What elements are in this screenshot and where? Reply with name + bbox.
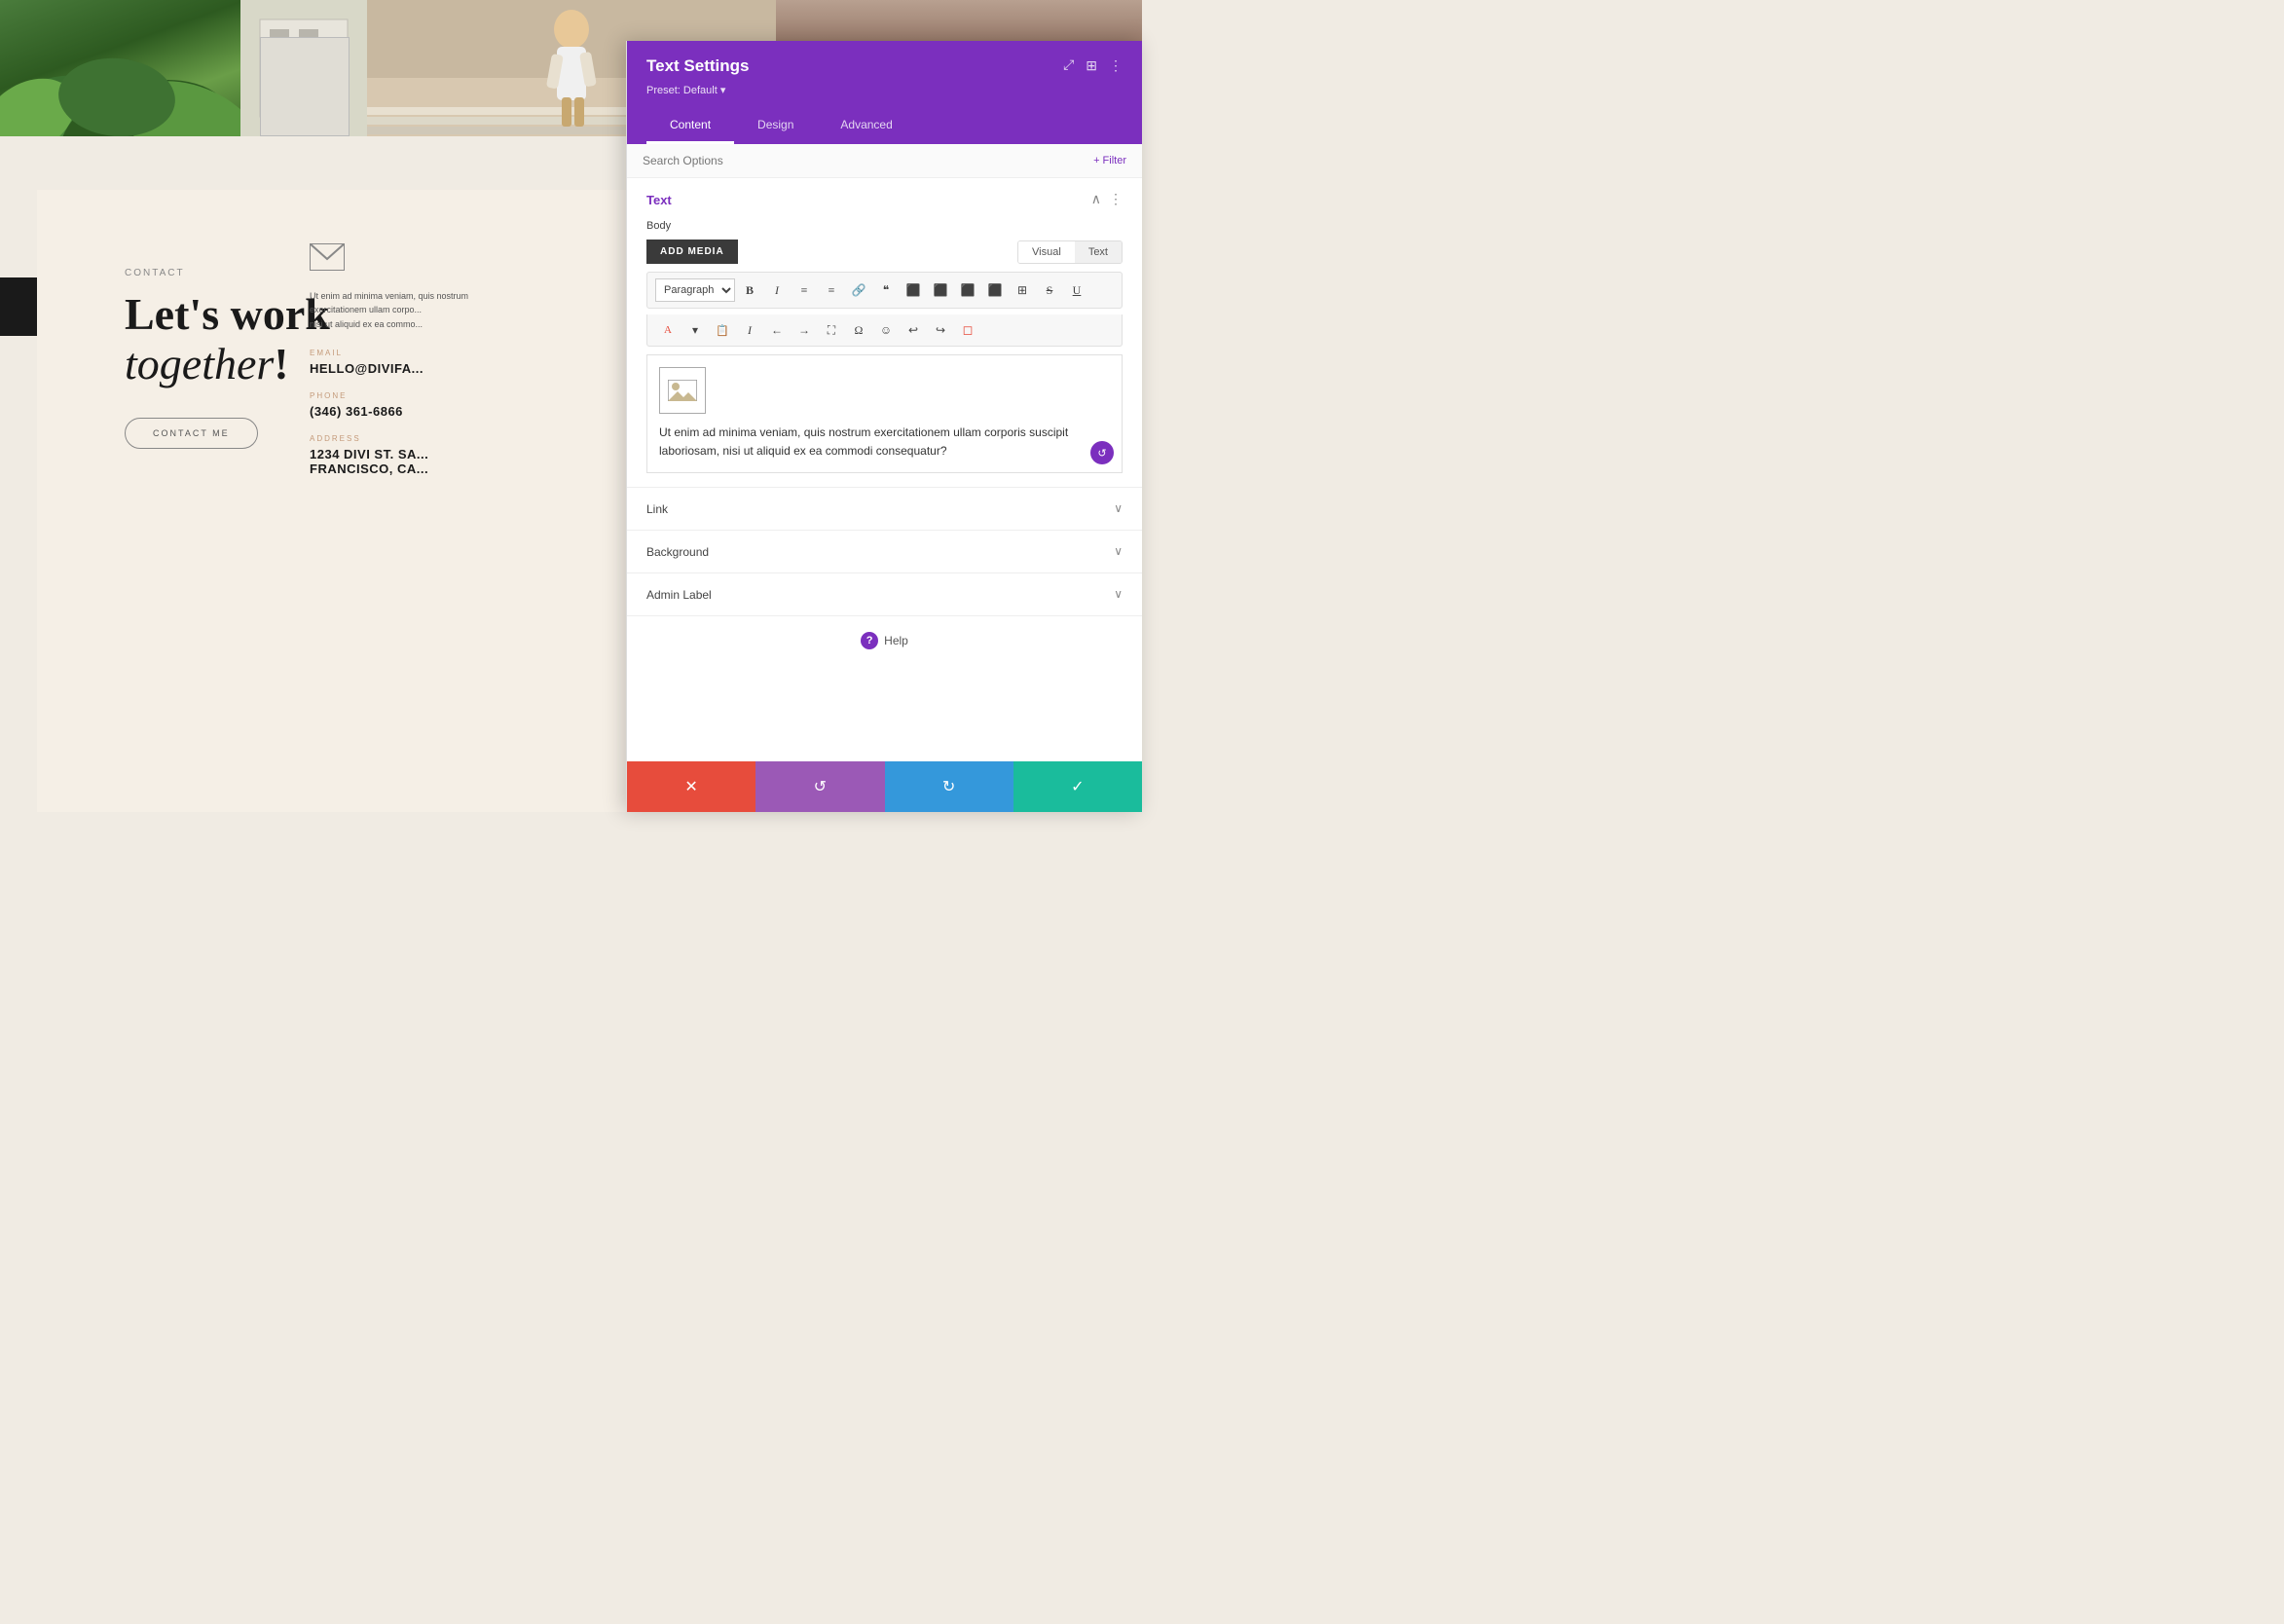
panel-header-top: Text Settings ⤢ ⊞ ⋮ [646,56,1123,76]
format-button[interactable]: ◻ [955,318,980,342]
unordered-list-button[interactable]: ≡ [792,278,817,302]
tab-content[interactable]: Content [646,108,734,144]
help-icon: ? [861,632,878,649]
text-content-section: Text ∧ ⋮ Body ADD MEDIA Visual Text Para… [627,178,1142,488]
text-color-button[interactable]: A [655,318,681,342]
align-center-button[interactable]: ⬛ [928,278,953,302]
contact-info-block: Ut enim ad minima veniam, quis nostrum e… [310,243,468,492]
phone-label: PHONE [310,391,468,400]
more-options-icon[interactable]: ⋮ [1109,58,1123,75]
section-header: Text ∧ ⋮ [646,192,1123,208]
text-section-title: Text [646,193,672,207]
redo-action-button[interactable]: ↻ [885,761,1013,812]
text-color-dropdown[interactable]: ▾ [682,318,708,342]
section-header-icons: ∧ ⋮ [1091,192,1123,208]
editor-toolbar-row2: A ▾ 📋 I ← → ⛶ Ω ☺ ↩ ↪ ◻ [646,314,1123,347]
admin-label-section[interactable]: Admin Label ∨ [627,573,1142,616]
email-value: HELLO@DIVIFA... [310,361,468,376]
visual-text-toggle: Visual Text [1017,240,1123,264]
background-section[interactable]: Background ∨ [627,531,1142,573]
help-text: Help [884,634,908,647]
panel-title: Text Settings [646,56,749,76]
fullscreen-icon[interactable]: ⤢ [1063,58,1074,74]
editor-text-content: Ut enim ad minima veniam, quis nostrum e… [659,424,1110,461]
contact-me-button[interactable]: CONTACT ME [125,418,258,449]
tab-advanced[interactable]: Advanced [817,108,915,144]
envelope-icon [310,243,468,276]
text-button[interactable]: Text [1075,241,1122,263]
panel-tabs: Content Design Advanced [646,108,1123,144]
link-section-title: Link [646,502,668,516]
bold-button[interactable]: B [737,278,762,302]
align-right-button[interactable]: ⬛ [955,278,980,302]
bottom-action-bar: ✕ ↺ ↻ ✓ [627,761,1142,812]
redo-button[interactable]: ↪ [928,318,953,342]
refresh-button[interactable]: ↺ [1090,441,1114,464]
phone-value: (346) 361-6866 [310,404,468,419]
address-label: ADDRESS [310,434,468,443]
background-section-title: Background [646,545,709,559]
editor-content-area[interactable]: Ut enim ad minima veniam, quis nostrum e… [646,354,1123,473]
filter-button[interactable]: + Filter [1093,155,1126,166]
indent-decrease-button[interactable]: ← [764,318,790,342]
cancel-button[interactable]: ✕ [627,761,755,812]
paste-button[interactable]: 📋 [710,318,735,342]
editor-toolbar-row1: Paragraph Heading 1 Heading 2 B I ≡ ≡ 🔗 … [646,272,1123,309]
email-label: EMAIL [310,349,468,357]
admin-label-section-title: Admin Label [646,588,712,602]
editor-image-placeholder [659,367,706,414]
add-media-button[interactable]: ADD MEDIA [646,240,738,264]
link-chevron-icon: ∨ [1114,501,1123,516]
visual-button[interactable]: Visual [1018,241,1075,263]
table-button[interactable]: ⊞ [1010,278,1035,302]
panel-header-icons: ⤢ ⊞ ⋮ [1063,58,1123,75]
admin-label-chevron-icon: ∨ [1114,587,1123,602]
link-button[interactable]: 🔗 [846,278,871,302]
contact-body-text: Ut enim ad minima veniam, quis nostrum e… [310,289,468,331]
settings-panel: Text Settings ⤢ ⊞ ⋮ Preset: Default ▾ Co… [626,41,1142,812]
emoji-button[interactable]: ☺ [873,318,899,342]
special-chars-button[interactable]: Ω [846,318,871,342]
save-button[interactable]: ✓ [1013,761,1142,812]
strikethrough-button[interactable]: S [1037,278,1062,302]
collapse-icon[interactable]: ∧ [1091,192,1101,208]
columns-icon[interactable]: ⊞ [1086,58,1097,75]
undo-button[interactable]: ↩ [901,318,926,342]
italic-button[interactable]: I [764,278,790,302]
background-chevron-icon: ∨ [1114,544,1123,559]
link-section[interactable]: Link ∨ [627,488,1142,531]
indent-increase-button[interactable]: → [792,318,817,342]
building-image [240,0,367,136]
editor-toolbar-top: ADD MEDIA Visual Text [646,240,1123,264]
blockquote-button[interactable]: ❝ [873,278,899,302]
ordered-list-button[interactable]: ≡ [819,278,844,302]
section-more-icon[interactable]: ⋮ [1109,192,1123,208]
italic2-button[interactable]: I [737,318,762,342]
panel-search: + Filter [627,144,1142,178]
underline-button[interactable]: U [1064,278,1089,302]
fullscreen-editor-button[interactable]: ⛶ [819,318,844,342]
search-input[interactable] [643,154,1093,167]
tab-design[interactable]: Design [734,108,817,144]
address-value: 1234 DIVI ST. SA... FRANCISCO, CA... [310,447,468,476]
body-label: Body [646,220,1123,232]
plant-image [0,0,240,136]
align-left-button[interactable]: ⬛ [901,278,926,302]
panel-preset: Preset: Default ▾ [646,84,1123,96]
align-justify-button[interactable]: ⬛ [982,278,1008,302]
panel-header: Text Settings ⤢ ⊞ ⋮ Preset: Default ▾ Co… [627,41,1142,144]
reset-button[interactable]: ↺ [755,761,884,812]
paragraph-select[interactable]: Paragraph Heading 1 Heading 2 [655,278,735,302]
help-section: ? Help [627,616,1142,665]
